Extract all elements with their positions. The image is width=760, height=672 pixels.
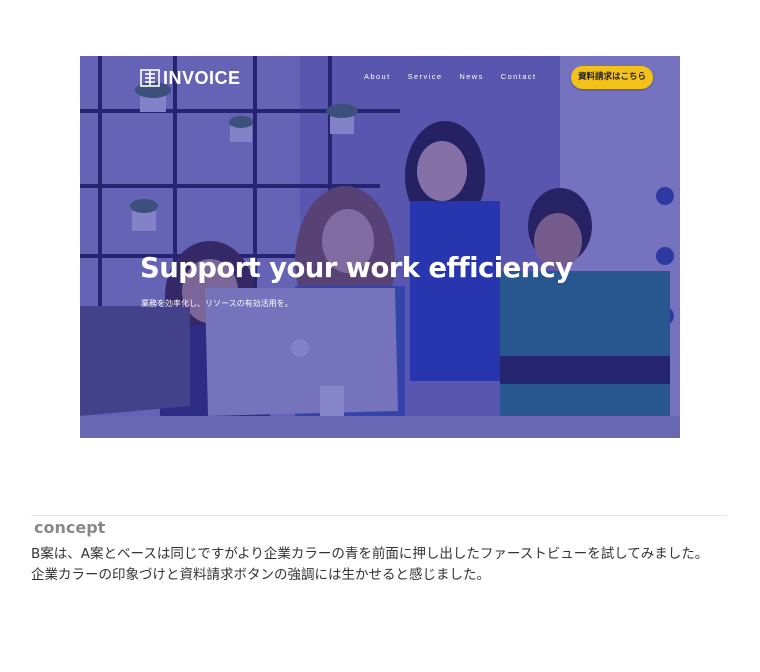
hero-subline: 業務を効率化し、リソースの有効活用を。 xyxy=(141,299,293,308)
nav-service[interactable]: Service xyxy=(408,72,443,81)
blue-overlay xyxy=(80,56,680,438)
hero-section: INVOICE About Service News Contact 資料請求は… xyxy=(80,56,680,438)
main-nav: About Service News Contact xyxy=(364,72,553,81)
concept-text: B案は、A案とベースは同じですがより企業カラーの青を前面に押し出したファーストビ… xyxy=(31,544,731,586)
invoice-logo-icon xyxy=(140,69,160,87)
request-docs-button[interactable]: 資料請求はこちら xyxy=(571,66,653,89)
logo[interactable]: INVOICE xyxy=(140,67,241,89)
concept-paragraph-1: B案は、A案とベースは同じですがより企業カラーの青を前面に押し出したファーストビ… xyxy=(31,546,709,562)
logo-text: INVOICE xyxy=(163,67,241,88)
nav-news[interactable]: News xyxy=(459,72,483,81)
nav-contact[interactable]: Contact xyxy=(501,72,537,81)
concept-heading: concept xyxy=(34,518,106,537)
nav-about[interactable]: About xyxy=(364,72,391,81)
hero-headline: Support your work efficiency xyxy=(140,252,573,284)
section-divider xyxy=(31,515,727,516)
concept-paragraph-2: 企業カラーの印象づけと資料請求ボタンの強調には生かせると感じました。 xyxy=(31,567,490,583)
